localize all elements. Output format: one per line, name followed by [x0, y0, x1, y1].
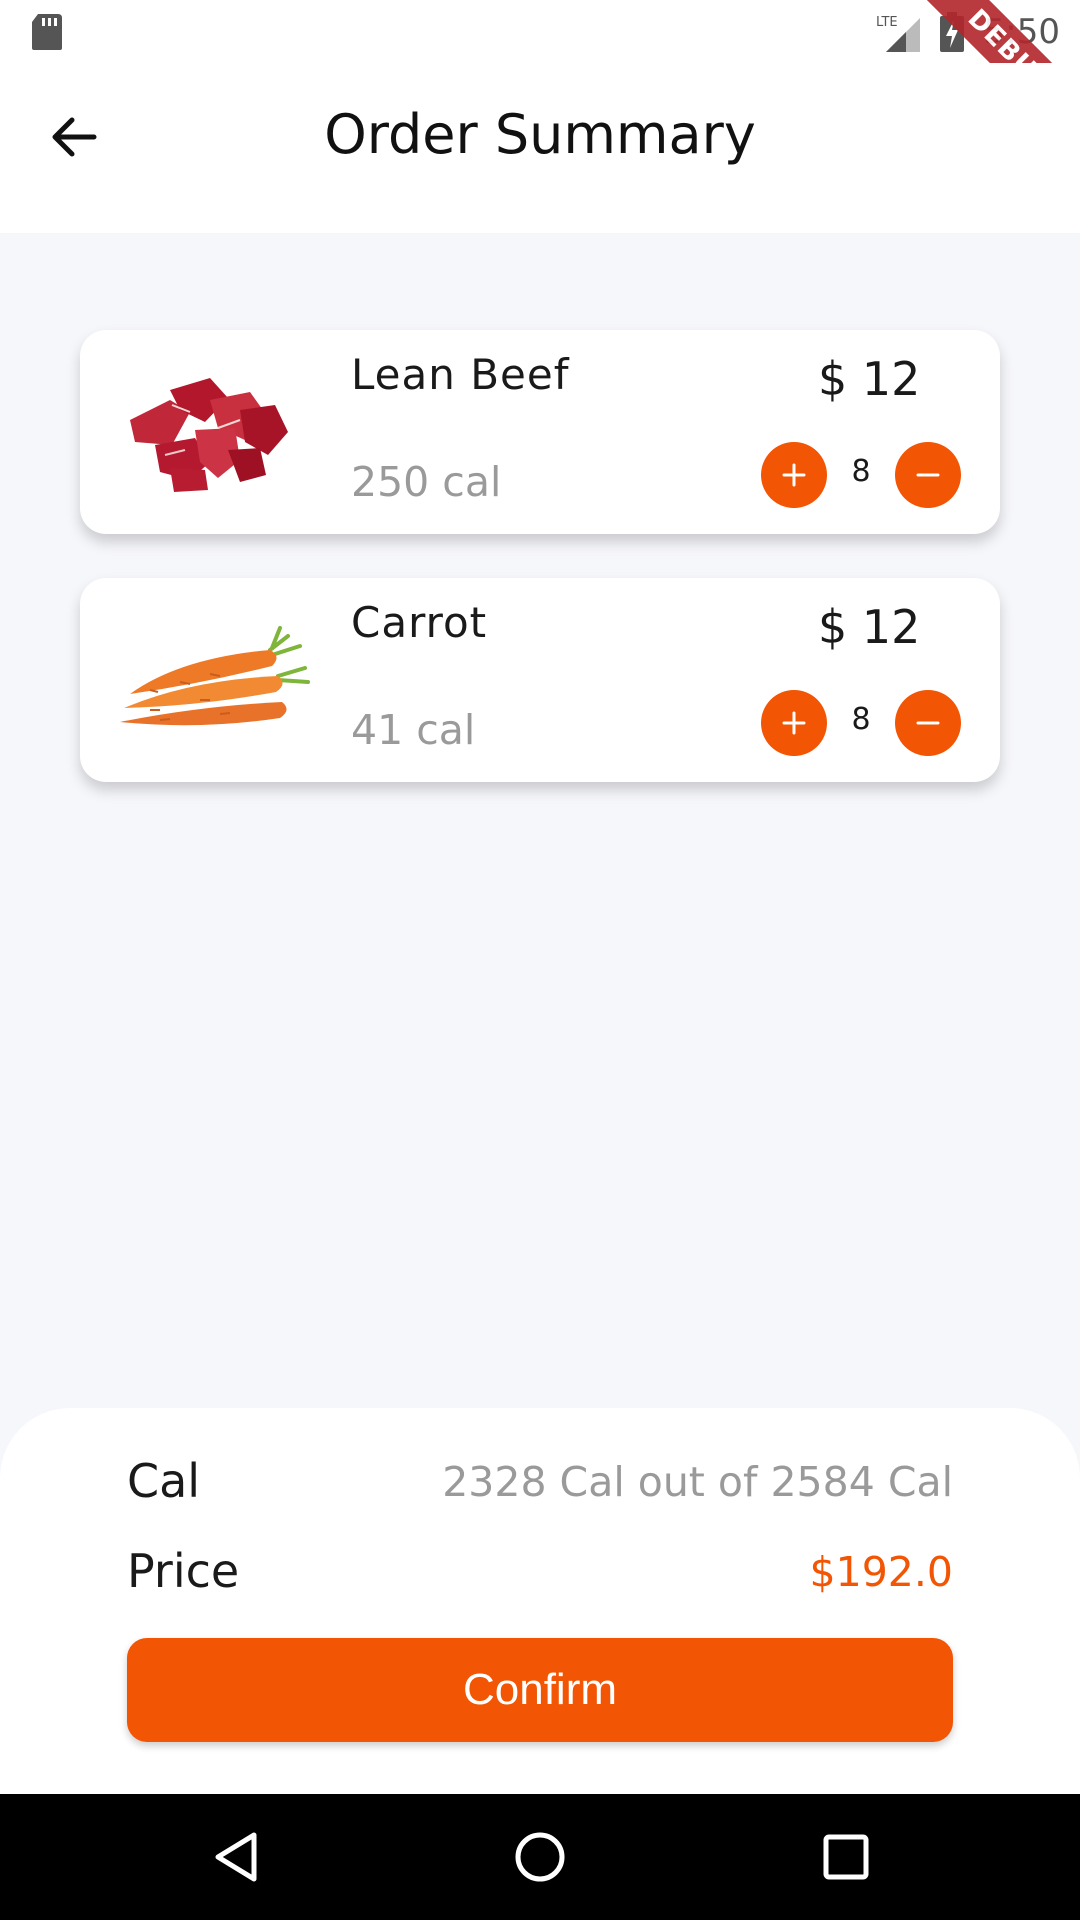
- order-item-card: Lean Beef 250 cal $ 12 8: [80, 330, 1000, 534]
- price-total: $192.0: [809, 1548, 953, 1596]
- nav-back-icon[interactable]: [210, 1829, 266, 1885]
- order-item-card: Carrot 41 cal $ 12 8: [80, 578, 1000, 782]
- calories-total: 2328 Cal out of 2584 Cal: [442, 1458, 953, 1506]
- plus-icon: [782, 711, 806, 735]
- decrease-quantity-button[interactable]: [895, 690, 961, 756]
- sd-card-icon: [32, 14, 62, 50]
- page-title: Order Summary: [324, 103, 756, 166]
- item-name: Carrot: [351, 598, 488, 647]
- item-calories: 41 cal: [351, 706, 476, 754]
- confirm-button[interactable]: Confirm: [127, 1638, 953, 1742]
- order-summary-panel: Cal 2328 Cal out of 2584 Cal Price $192.…: [0, 1408, 1080, 1794]
- quantity-value: 8: [851, 702, 871, 737]
- minus-icon: [916, 721, 940, 725]
- carrot-image: [120, 626, 310, 726]
- plus-icon: [782, 463, 806, 487]
- price-label: Price: [127, 1544, 240, 1598]
- nav-recent-apps-icon[interactable]: [818, 1829, 874, 1885]
- calories-label: Cal: [127, 1454, 201, 1508]
- nav-home-icon[interactable]: [512, 1829, 568, 1885]
- item-price: $ 12: [818, 600, 921, 654]
- status-bar: LTE 5:50: [0, 0, 1080, 63]
- lte-signal-icon: LTE: [876, 15, 920, 52]
- beef-image: [130, 378, 288, 492]
- minus-icon: [916, 473, 940, 477]
- decrease-quantity-button[interactable]: [895, 442, 961, 508]
- quantity-value: 8: [851, 454, 871, 489]
- item-name: Lean Beef: [351, 350, 570, 399]
- svg-text:LTE: LTE: [876, 15, 898, 30]
- system-nav-bar: [0, 1794, 1080, 1920]
- app-bar: Order Summary: [0, 63, 1080, 233]
- increase-quantity-button[interactable]: [761, 690, 827, 756]
- item-price: $ 12: [818, 352, 921, 406]
- item-calories: 250 cal: [351, 458, 502, 506]
- increase-quantity-button[interactable]: [761, 442, 827, 508]
